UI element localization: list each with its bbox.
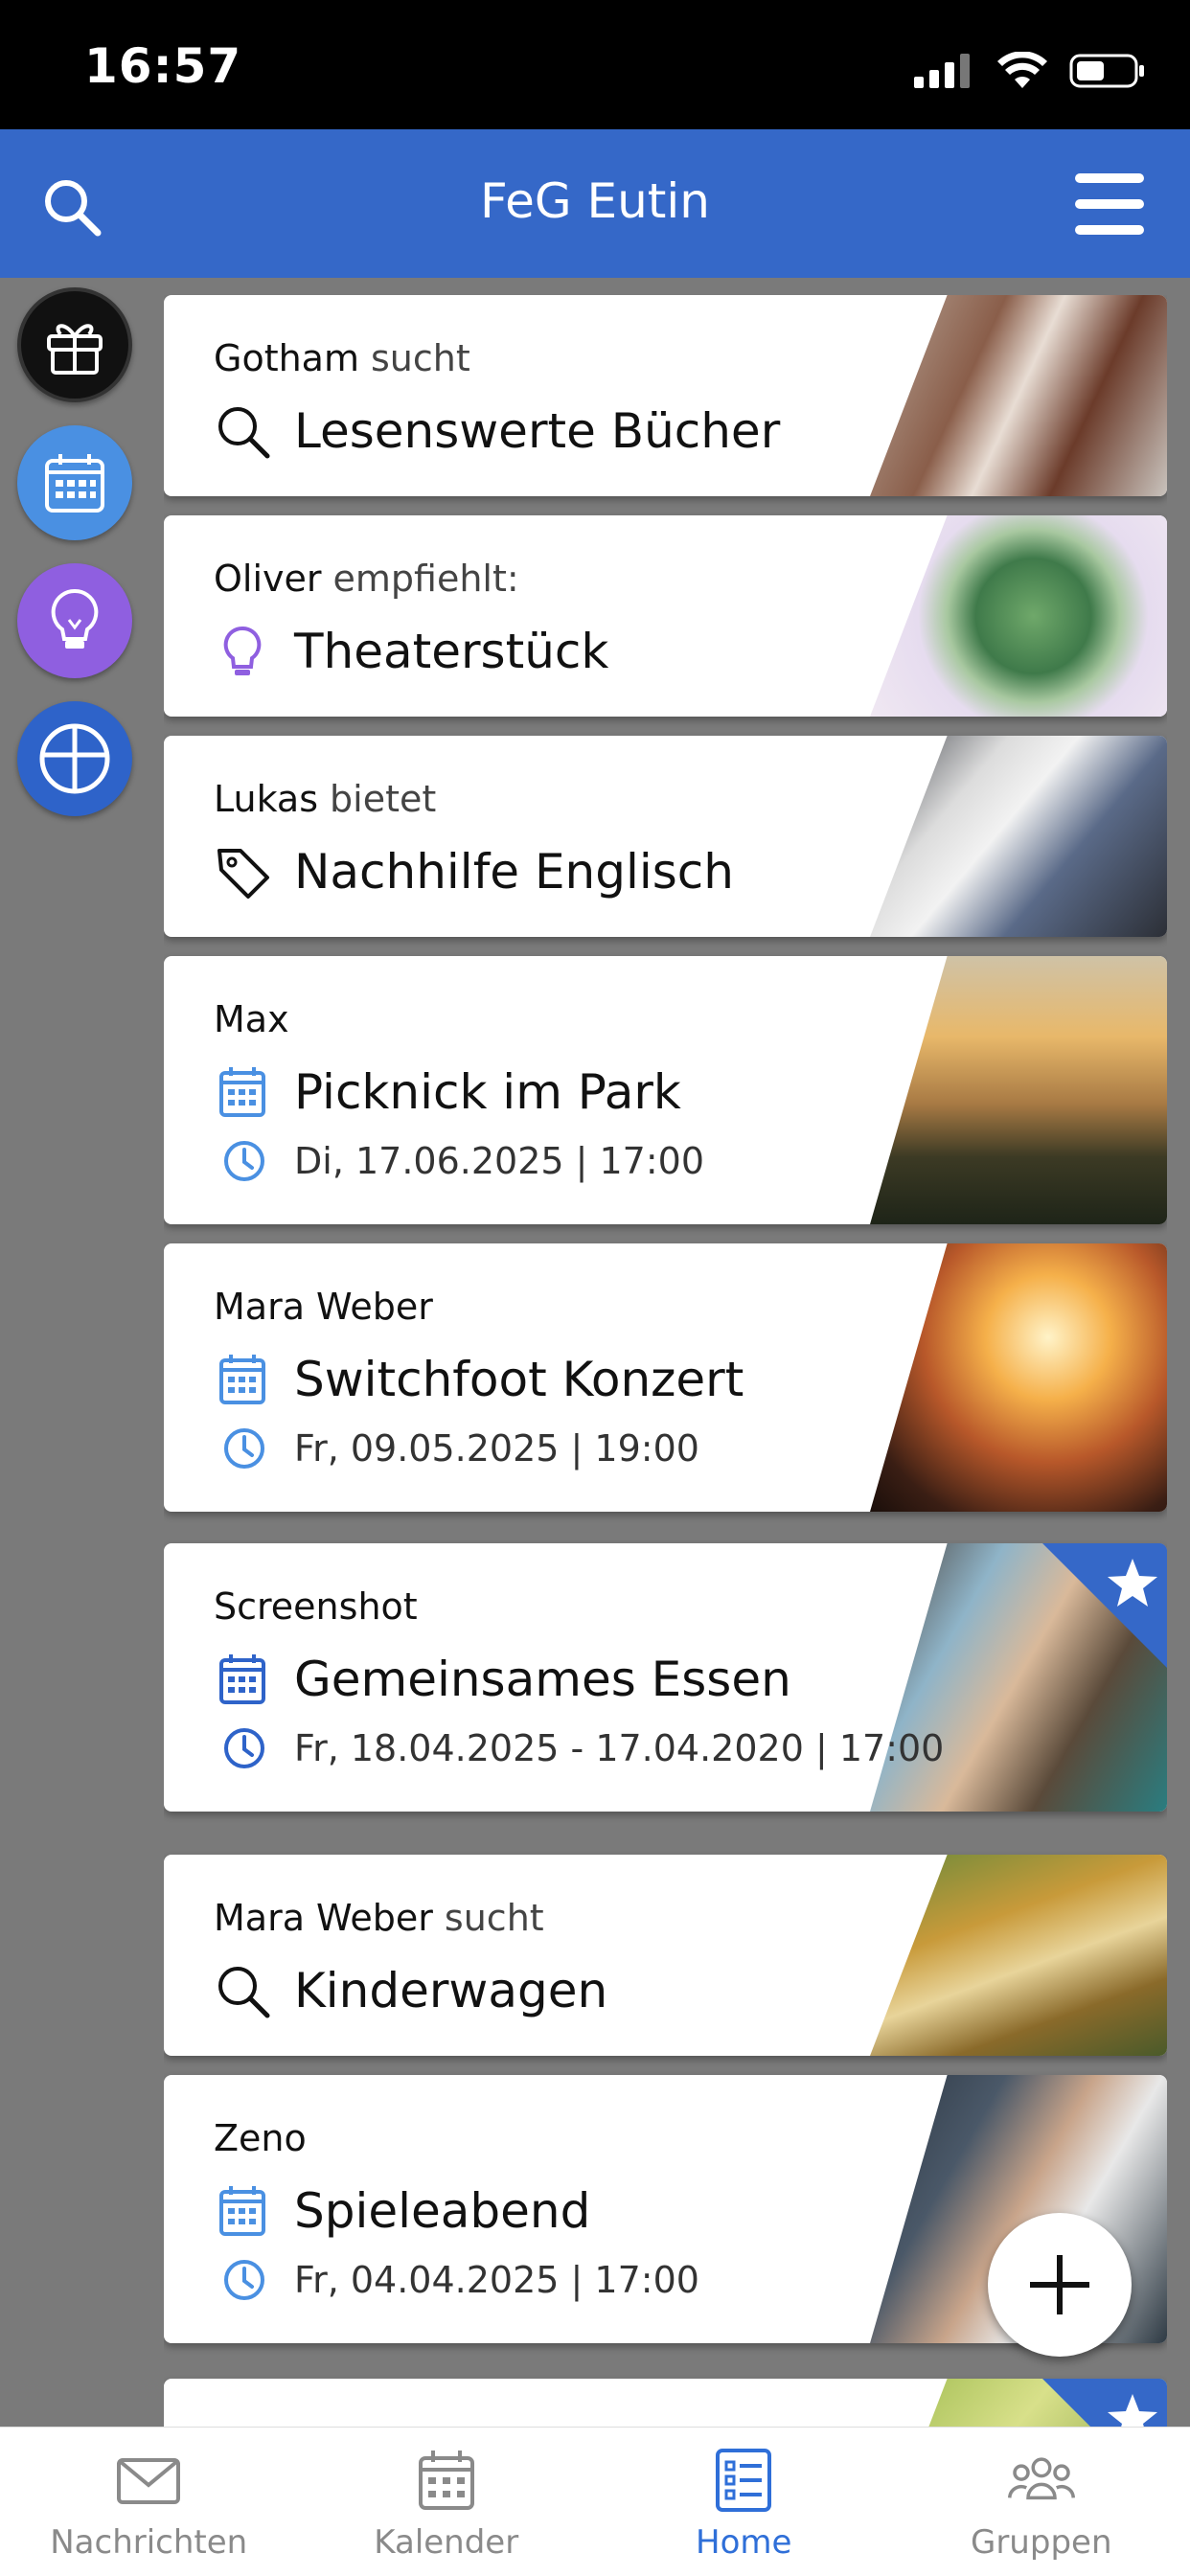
status-time: 16:57 xyxy=(84,38,241,94)
add-button[interactable] xyxy=(988,2213,1132,2357)
feed-card-event-starred[interactable]: Screenshot Gemeinsames Essen Fr, 18.04.2… xyxy=(164,1543,1167,1812)
plus-icon xyxy=(1026,2251,1093,2318)
tab-label: Kalender xyxy=(298,2523,596,2562)
calendar-icon xyxy=(214,1351,271,1408)
card-author: Oliver xyxy=(214,558,322,600)
card-verb: bietet xyxy=(330,778,436,820)
book-photo xyxy=(870,295,1167,496)
tab-nachrichten[interactable]: Nachrichten xyxy=(0,2428,298,2576)
clock-icon xyxy=(221,1425,267,1471)
people-icon xyxy=(1008,2447,1075,2514)
battery-icon xyxy=(1069,52,1146,90)
hamburger-menu-icon[interactable] xyxy=(1071,170,1148,239)
card-author: Lukas xyxy=(214,778,318,820)
family-photo xyxy=(870,1855,1167,2056)
feed-card-search[interactable]: Gotham sucht Lesenswerte Bücher xyxy=(164,295,1167,496)
favorite-star-badge xyxy=(1042,1543,1167,1677)
tag-icon xyxy=(214,843,271,900)
calendar-icon xyxy=(413,2447,480,2514)
concert-photo xyxy=(870,1243,1167,1512)
feed-card-recommendation[interactable]: Oliver empfiehlt: Theaterstück xyxy=(164,515,1167,717)
card-title: Theaterstück xyxy=(294,624,608,679)
feed-card-partial[interactable] xyxy=(164,2379,1167,2427)
filter-church-button[interactable] xyxy=(17,701,132,816)
search-icon xyxy=(214,1962,271,2019)
card-title: Nachhilfe Englisch xyxy=(294,844,734,900)
card-author: Mara Weber xyxy=(214,1897,433,1939)
card-date: Fr, 18.04.2025 - 17.04.2020 | 17:00 xyxy=(294,1727,944,1769)
tab-label: Gruppen xyxy=(893,2523,1190,2562)
card-author: Gotham xyxy=(214,337,359,379)
lightbulb-icon xyxy=(214,623,271,680)
calendar-icon xyxy=(214,2182,271,2240)
filter-rail xyxy=(17,287,132,839)
feed-list[interactable]: Gotham sucht Lesenswerte Bücher Oliver emp… xyxy=(164,295,1167,2427)
card-title: Picknick im Park xyxy=(294,1064,681,1120)
status-bar: 16:57 xyxy=(0,0,1190,129)
tab-gruppen[interactable]: Gruppen xyxy=(893,2428,1190,2576)
wifi-icon xyxy=(996,52,1048,90)
calendar-icon xyxy=(214,1651,271,1708)
feed-card-event[interactable]: Mara Weber Switchfoot Konzert Fr, 09.05.… xyxy=(164,1243,1167,1512)
search-icon xyxy=(214,402,271,460)
calendar-icon xyxy=(41,449,108,516)
card-verb: empfiehlt: xyxy=(333,558,519,600)
card-author: Screenshot xyxy=(214,1585,418,1628)
filter-events-button[interactable] xyxy=(17,425,132,540)
card-verb: sucht xyxy=(445,1897,544,1939)
card-date: Fr, 09.05.2025 | 19:00 xyxy=(294,1427,699,1470)
card-title: Lesenswerte Bücher xyxy=(294,403,780,459)
card-title: Spieleabend xyxy=(294,2183,590,2239)
desk-photo xyxy=(870,736,1167,937)
card-title: Gemeinsames Essen xyxy=(294,1652,791,1707)
card-date: Fr, 04.04.2025 | 17:00 xyxy=(294,2259,699,2301)
card-verb: sucht xyxy=(371,337,470,379)
app-header: FeG Eutin xyxy=(0,129,1190,278)
card-date: Di, 17.06.2025 | 17:00 xyxy=(294,1140,704,1182)
favorite-star-badge xyxy=(1042,2379,1167,2427)
filter-ideas-button[interactable] xyxy=(17,563,132,678)
succulent-photo xyxy=(870,515,1167,717)
lightbulb-icon xyxy=(41,587,108,654)
card-title: Switchfoot Konzert xyxy=(294,1352,744,1407)
tab-home[interactable]: Home xyxy=(595,2428,893,2576)
envelope-icon xyxy=(115,2447,182,2514)
card-author: Mara Weber xyxy=(214,1286,433,1328)
card-author: Max xyxy=(214,998,289,1040)
cross-icon xyxy=(36,720,113,797)
clock-icon xyxy=(221,2257,267,2303)
list-icon xyxy=(710,2447,777,2514)
tab-label: Home xyxy=(595,2523,893,2562)
tab-label: Nachrichten xyxy=(0,2523,298,2562)
clock-icon xyxy=(221,1138,267,1184)
gift-icon xyxy=(41,311,108,378)
filter-gifts-button[interactable] xyxy=(17,287,132,402)
card-title: Kinderwagen xyxy=(294,1963,607,2018)
feed-card-search[interactable]: Mara Weber sucht Kinderwagen xyxy=(164,1855,1167,2056)
clock-icon xyxy=(221,1725,267,1771)
feed-card-offer[interactable]: Lukas bietet Nachhilfe Englisch xyxy=(164,736,1167,937)
feed-card-event[interactable]: Max Picknick im Park Di, 17.06.2025 | 17… xyxy=(164,956,1167,1224)
card-author: Zeno xyxy=(214,2117,307,2159)
page-title: FeG Eutin xyxy=(0,173,1190,229)
bottom-tab-bar: Nachrichten Kalender Home xyxy=(0,2427,1190,2576)
tab-kalender[interactable]: Kalender xyxy=(298,2428,596,2576)
cellular-signal-icon xyxy=(914,54,975,88)
calendar-icon xyxy=(214,1063,271,1121)
picnic-photo xyxy=(870,956,1167,1224)
